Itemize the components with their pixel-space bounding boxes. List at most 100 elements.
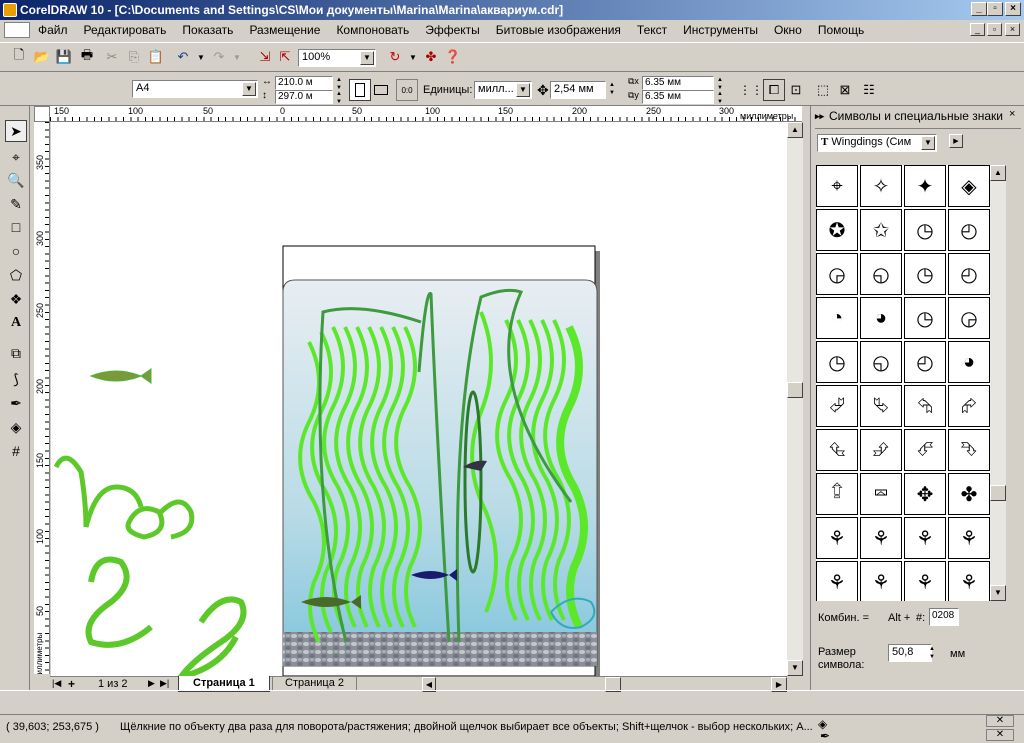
chevron-down-icon[interactable]: ▼ (360, 51, 374, 65)
maximize-button[interactable]: ▫ (987, 2, 1003, 16)
menu-bitmaps[interactable]: Битовые изображения (488, 23, 629, 37)
symbol-cell[interactable]: ◴ (948, 253, 990, 295)
vertical-scrollbar[interactable]: ▲ ▼ (787, 122, 803, 676)
export-icon[interactable]: ⇱ (274, 46, 296, 68)
symbol-cell[interactable]: ✧ (860, 165, 902, 207)
menu-edit[interactable]: Редактировать (76, 23, 175, 37)
close-button[interactable]: × (1005, 2, 1021, 16)
menu-effects[interactable]: Эффекты (417, 23, 488, 37)
symbol-cell[interactable]: ⮷ (948, 429, 990, 471)
text-tool-icon[interactable]: A (5, 312, 27, 334)
symbol-cell[interactable]: ✪ (816, 209, 858, 251)
chevron-down-icon[interactable]: ▼ (242, 82, 256, 96)
symbol-cell[interactable]: ⌖ (816, 165, 858, 207)
symbol-cell[interactable]: ⚘ (904, 517, 946, 559)
symbol-cell[interactable]: ◶ (948, 297, 990, 339)
polygon-tool-icon[interactable]: ⬠ (5, 264, 27, 286)
scroll-up-icon[interactable]: ▲ (990, 165, 1006, 181)
zoom-field[interactable]: 100% ▼ (298, 49, 376, 67)
menu-text[interactable]: Текст (629, 23, 675, 37)
redo-dropdown-icon[interactable]: ▼ (226, 46, 248, 68)
symbol-cell[interactable]: ◵ (860, 253, 902, 295)
pick-tool-icon[interactable]: ➤ (5, 120, 27, 142)
doc-restore-button[interactable]: ▫ (987, 23, 1002, 36)
mesh-fill-tool-icon[interactable]: # (5, 440, 27, 462)
ruler-origin[interactable] (34, 106, 50, 122)
whats-this-icon[interactable]: ❓ (442, 46, 464, 68)
portrait-button[interactable] (349, 79, 371, 101)
scroll-thumb[interactable] (990, 485, 1006, 501)
menu-tools[interactable]: Инструменты (675, 23, 766, 37)
new-icon[interactable]: 🗋 (8, 46, 30, 68)
symbol-cell[interactable]: ⚘ (948, 561, 990, 601)
rectangle-tool-icon[interactable]: □ (5, 216, 27, 238)
draw-options-icon[interactable]: ⊠ (834, 79, 856, 101)
symbol-cell[interactable]: ◔ (816, 297, 858, 339)
symbol-cell[interactable]: ◕ (860, 297, 902, 339)
scroll-thumb[interactable] (787, 382, 803, 398)
page-width-field[interactable]: 210.0 м (275, 76, 333, 90)
doc-close-button[interactable]: × (1005, 23, 1020, 36)
symbol-cell[interactable]: ⮱ (860, 385, 902, 427)
symbol-cell[interactable]: ⮸ (816, 473, 858, 515)
symbol-cell[interactable]: ◕ (948, 341, 990, 383)
units-select[interactable]: милл... ▼ (474, 81, 532, 99)
no-outline-swatch[interactable]: ✕ (986, 729, 1014, 741)
symbol-cell[interactable]: ⮴ (816, 429, 858, 471)
app-icon[interactable] (3, 3, 17, 17)
symbol-cell[interactable]: ⚘ (948, 517, 990, 559)
tab-page-2[interactable]: Страница 2 (272, 677, 358, 691)
symbol-cell[interactable]: ⚘ (860, 561, 902, 601)
outline-indicator-icon[interactable]: ✒ (820, 729, 830, 743)
symbol-scrollbar[interactable]: ▲ ▼ (990, 165, 1006, 601)
chevron-down-icon[interactable]: ▼ (921, 136, 935, 150)
outline-tool-icon[interactable]: ✒ (5, 392, 27, 414)
freehand-tool-icon[interactable]: ✎ (5, 193, 27, 215)
options-icon[interactable]: ☷ (858, 79, 880, 101)
scroll-up-icon[interactable]: ▲ (787, 122, 803, 138)
scroll-down-icon[interactable]: ▼ (990, 585, 1006, 601)
cut-icon[interactable]: ✂ (101, 46, 123, 68)
dup-y-field[interactable]: 6.35 мм (642, 90, 714, 104)
last-page-icon[interactable]: ▶| (160, 678, 169, 689)
dup-x-field[interactable]: 6.35 мм (642, 76, 714, 90)
docker-close-icon[interactable]: × (1009, 108, 1015, 120)
document-icon[interactable] (4, 22, 30, 38)
page-layout-button[interactable]: 0:0 (396, 79, 418, 101)
landscape-button[interactable] (370, 79, 392, 101)
nudge-field[interactable]: 2,54 мм (550, 81, 606, 99)
symbol-cell[interactable]: ✩ (860, 209, 902, 251)
eyedropper-tool-icon[interactable]: ⟆ (5, 368, 27, 390)
symbol-cell[interactable]: ✦ (904, 165, 946, 207)
snap-grid-icon[interactable]: ⋮⋮ (739, 79, 763, 101)
symbol-cell[interactable]: ⚘ (904, 561, 946, 601)
zoom-tool-icon[interactable]: 🔍 (5, 169, 27, 191)
symbol-cell[interactable]: ◴ (948, 209, 990, 251)
import-icon[interactable]: ⇲ (254, 46, 276, 68)
paste-icon[interactable]: 📋 (145, 46, 167, 68)
add-page-icon[interactable]: + (68, 677, 75, 691)
copy-icon[interactable]: ⎘ (123, 46, 145, 68)
nudge-spinner[interactable]: ▲ ▼ (606, 81, 618, 97)
docker-collapse-icon[interactable]: ▸▸ (815, 111, 824, 122)
scroll-down-icon[interactable]: ▼ (787, 660, 803, 676)
menu-arrange[interactable]: Компоновать (328, 23, 417, 37)
shape-tool-icon[interactable]: ⌖ (5, 146, 27, 168)
ellipse-tool-icon[interactable]: ○ (5, 240, 27, 262)
paper-size-select[interactable]: A4 ▼ (132, 80, 258, 98)
treat-as-filled-icon[interactable]: ⬚ (812, 79, 834, 101)
menu-view[interactable]: Показать (174, 23, 241, 37)
doc-minimize-button[interactable]: _ (970, 23, 985, 36)
symbol-cell[interactable]: ◷ (816, 341, 858, 383)
symbol-cell[interactable]: ◷ (904, 297, 946, 339)
symbol-cell[interactable]: ◷ (904, 209, 946, 251)
drawing-canvas[interactable] (51, 122, 787, 676)
first-page-icon[interactable]: |◀ (52, 678, 61, 689)
symbol-cell[interactable]: ⮶ (904, 429, 946, 471)
menu-file[interactable]: Файл (30, 23, 76, 37)
symbol-cell[interactable]: ◈ (948, 165, 990, 207)
symbol-cell[interactable]: ✥ (904, 473, 946, 515)
menu-layout[interactable]: Размещение (241, 23, 328, 37)
menu-window[interactable]: Окно (766, 23, 810, 37)
symbol-cell[interactable]: ⚘ (816, 517, 858, 559)
